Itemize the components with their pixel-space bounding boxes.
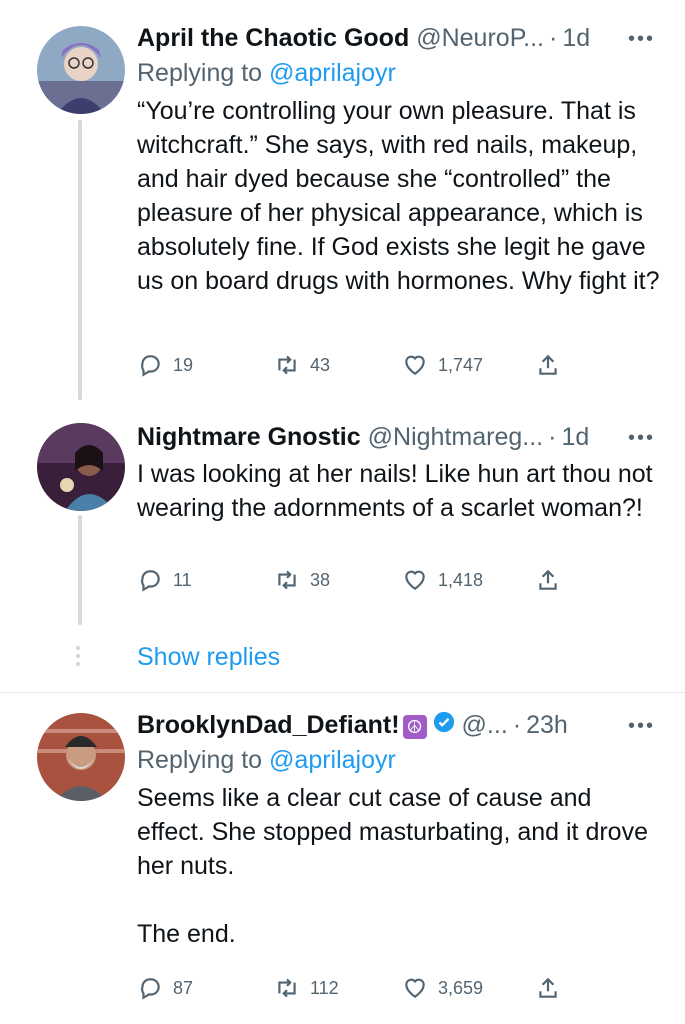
- replying-label: Replying to: [137, 746, 263, 774]
- retweet-count: 112: [310, 977, 339, 998]
- reply-icon: [141, 570, 160, 592]
- separator-dot: ·: [512, 711, 522, 739]
- like-button[interactable]: 1,747: [402, 352, 483, 378]
- more-icon[interactable]: •••: [628, 28, 655, 51]
- avatar[interactable]: [37, 26, 125, 114]
- user-handle[interactable]: @...: [462, 709, 508, 741]
- tweet-1[interactable]: April the Chaotic Good @NeuroP... · 1d •…: [0, 0, 685, 400]
- like-icon: [405, 355, 425, 375]
- tweet-content: BrooklynDad_Defiant! ☮ @... · 23h ••• Re…: [137, 709, 663, 951]
- reply-icon: [141, 355, 160, 377]
- timestamp[interactable]: 23h: [526, 709, 568, 741]
- timestamp[interactable]: 1d: [562, 22, 590, 54]
- like-button[interactable]: 1,418: [402, 567, 483, 593]
- reply-count: 19: [173, 354, 194, 375]
- thread-line: [78, 120, 82, 400]
- share-icon: [539, 569, 557, 590]
- user-handle[interactable]: @NeuroP...: [416, 22, 544, 54]
- retweet-icon: [278, 978, 296, 998]
- more-icon[interactable]: •••: [628, 427, 655, 450]
- tweet-3[interactable]: BrooklynDad_Defiant! ☮ @... · 23h ••• Re…: [0, 693, 685, 1024]
- verified-icon: [433, 711, 454, 733]
- separator-dot: ·: [548, 24, 558, 52]
- avatar[interactable]: [37, 713, 125, 801]
- tweet-header: Nightmare Gnostic @Nightmareg... · 1d: [137, 421, 663, 453]
- retweet-count: 43: [310, 354, 331, 375]
- reply-count: 11: [173, 569, 192, 590]
- tweet-actions: 87 112 3,659: [137, 975, 577, 1005]
- more-replies-dots: [76, 646, 82, 670]
- separator-dot: ·: [548, 423, 557, 451]
- tweet-content: April the Chaotic Good @NeuroP... · 1d •…: [137, 22, 663, 298]
- share-icon: [539, 977, 557, 998]
- replying-label: Replying to: [137, 59, 263, 87]
- like-count: 1,418: [438, 569, 484, 590]
- mention-link[interactable]: @aprilajoyr: [269, 746, 396, 774]
- like-count: 1,747: [438, 354, 484, 375]
- tweet-text: Seems like a clear cut case of cause and…: [137, 784, 648, 948]
- like-icon: [405, 978, 425, 998]
- tweet-content: Nightmare Gnostic @Nightmareg... · 1d ••…: [137, 421, 663, 525]
- retweet-icon: [278, 570, 296, 590]
- retweet-button[interactable]: 112: [274, 975, 339, 1001]
- tweet-actions: 19 43 1,747: [137, 352, 577, 382]
- share-button[interactable]: [535, 352, 571, 378]
- avatar[interactable]: [37, 423, 125, 511]
- share-icon: [539, 354, 557, 375]
- tweet-text: “You’re controlling your own pleasure. T…: [137, 97, 660, 295]
- replying-to: Replying to @aprilajoyr: [137, 743, 663, 777]
- user-handle[interactable]: @Nightmareg...: [368, 421, 543, 453]
- tweet-header: BrooklynDad_Defiant! ☮ @... · 23h: [137, 709, 663, 741]
- display-name[interactable]: BrooklynDad_Defiant!: [137, 709, 400, 741]
- tweet-header: April the Chaotic Good @NeuroP... · 1d: [137, 22, 663, 54]
- timestamp[interactable]: 1d: [561, 421, 589, 453]
- share-button[interactable]: [535, 975, 571, 1001]
- retweet-count: 38: [310, 569, 331, 590]
- retweet-icon: [278, 355, 296, 375]
- retweet-button[interactable]: 38: [274, 567, 330, 593]
- like-button[interactable]: 3,659: [402, 975, 483, 1001]
- reply-button[interactable]: 87: [137, 975, 193, 1001]
- thread-line: [78, 515, 82, 625]
- tweet-2[interactable]: Nightmare Gnostic @Nightmareg... · 1d ••…: [0, 395, 685, 690]
- display-name[interactable]: April the Chaotic Good: [137, 22, 409, 54]
- reply-count: 87: [173, 977, 194, 998]
- like-icon: [405, 570, 425, 590]
- more-icon[interactable]: •••: [628, 715, 655, 738]
- reply-icon: [141, 978, 160, 1000]
- tweet-actions: 11 38 1,418: [137, 567, 577, 597]
- reply-button[interactable]: 11: [137, 567, 192, 593]
- reply-button[interactable]: 19: [137, 352, 193, 378]
- peace-emoji: ☮: [402, 715, 427, 739]
- show-replies-link[interactable]: Show replies: [137, 643, 280, 672]
- display-name[interactable]: Nightmare Gnostic: [137, 421, 361, 453]
- share-button[interactable]: [535, 567, 571, 593]
- like-count: 3,659: [438, 977, 484, 998]
- mention-link[interactable]: @aprilajoyr: [269, 59, 396, 87]
- tweet-text: I was looking at her nails! Like hun art…: [137, 460, 653, 522]
- retweet-button[interactable]: 43: [274, 352, 330, 378]
- replying-to: Replying to @aprilajoyr: [137, 56, 663, 90]
